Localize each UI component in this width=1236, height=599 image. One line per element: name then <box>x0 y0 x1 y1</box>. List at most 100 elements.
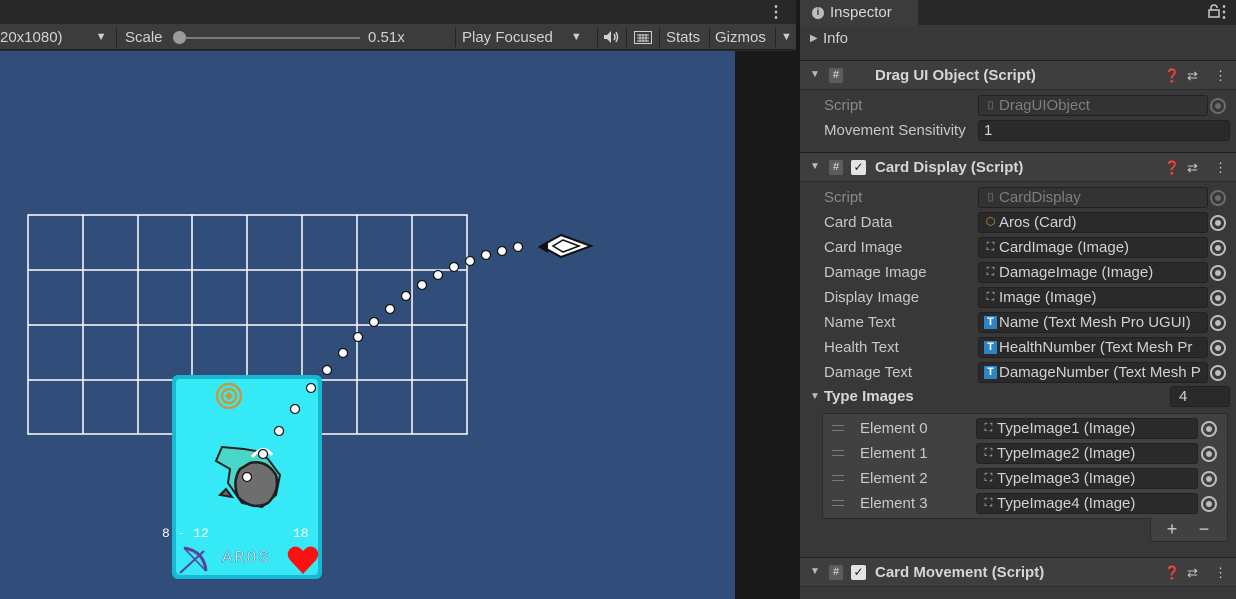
object-picker-icon[interactable] <box>1210 314 1226 331</box>
element-field[interactable]: ⛶ TypeImage2 (Image) <box>976 443 1198 464</box>
trajectory-dot <box>432 269 444 281</box>
health-text-field[interactable]: T HealthNumber (Text Mesh Pr <box>978 337 1208 358</box>
drag-ui-object-header[interactable]: ▼ # Drag UI Object (Script) ❓ ⇄ ⋮ <box>800 60 1236 90</box>
card-script-field: ▯ CardDisplay <box>978 187 1208 208</box>
help-icon[interactable]: ❓ <box>1164 565 1180 581</box>
drag-script-value: DragUIObject <box>999 97 1090 114</box>
element-field[interactable]: ⛶ TypeImage4 (Image) <box>976 493 1198 514</box>
element-label: Element 1 <box>860 445 928 462</box>
card-data-field[interactable]: ⬡ Aros (Card) <box>978 212 1208 233</box>
element-field[interactable]: ⛶ TypeImage1 (Image) <box>976 418 1198 439</box>
gizmos-dropdown[interactable]: ▼ <box>781 24 792 50</box>
drag-handle-icon[interactable] <box>832 475 844 481</box>
scale-slider-track[interactable] <box>178 37 360 39</box>
enabled-checkbox[interactable]: ✓ <box>851 160 866 175</box>
list-item: Element 2 ⛶ TypeImage3 (Image) <box>800 466 1236 491</box>
element-label: Element 3 <box>860 495 928 512</box>
list-add-remove: + − <box>1150 518 1228 542</box>
trajectory-dot <box>352 331 364 343</box>
object-picker-icon <box>1210 97 1226 114</box>
chevron-down-icon: ▼ <box>95 31 107 43</box>
type-images-size-input[interactable]: 4 <box>1170 386 1230 407</box>
component-menu-icon[interactable]: ⋮ <box>1214 565 1227 581</box>
toolbar-divider <box>116 27 117 47</box>
game-panel-menu-icon[interactable]: ⋮ <box>768 2 784 22</box>
object-picker-icon[interactable] <box>1210 264 1226 281</box>
image-component-icon: ⛶ <box>984 422 993 434</box>
object-picker-icon[interactable] <box>1210 289 1226 306</box>
add-element-button[interactable]: + <box>1157 518 1187 540</box>
scale-slider-handle[interactable] <box>173 31 186 44</box>
game-render-area[interactable]: 8 - 12 18 AROS <box>0 51 735 599</box>
chevron-down-icon: ▼ <box>570 31 582 43</box>
element-field[interactable]: ⛶ TypeImage3 (Image) <box>976 468 1198 489</box>
object-picker-icon[interactable] <box>1201 445 1217 462</box>
list-item: Element 0 ⛶ TypeImage1 (Image) <box>800 416 1236 441</box>
chevron-down-icon[interactable]: ▼ <box>810 566 820 577</box>
stats-button[interactable]: Stats <box>666 24 700 50</box>
name-text-field[interactable]: T Name (Text Mesh Pro UGUI) <box>978 312 1208 333</box>
trajectory-dot <box>273 425 285 437</box>
mute-audio-button[interactable] <box>603 24 621 50</box>
card-movement-header[interactable]: ▼ # ✓ Card Movement (Script) ❓ ⇄ ⋮ <box>800 557 1236 587</box>
tab-inspector[interactable]: i Inspector <box>800 0 918 25</box>
remove-element-button[interactable]: − <box>1189 518 1219 540</box>
drag-script-row: Script ▯ DragUIObject <box>800 93 1236 118</box>
trajectory-dot <box>496 245 508 257</box>
display-image-field[interactable]: ⛶ Image (Image) <box>978 287 1208 308</box>
damage-image-field[interactable]: ⛶ DamageImage (Image) <box>978 262 1208 283</box>
keyboard-icon <box>634 30 652 44</box>
shortcut-keys-button[interactable] <box>634 24 652 50</box>
info-label: Info <box>823 30 849 47</box>
info-foldout[interactable]: ▶ Info <box>800 26 1236 51</box>
card-display-header[interactable]: ▼ # ✓ Card Display (Script) ❓ ⇄ ⋮ <box>800 152 1236 182</box>
enabled-checkbox[interactable]: ✓ <box>851 565 866 580</box>
drag-handle-icon[interactable] <box>832 425 844 431</box>
sensitivity-input[interactable]: 1 <box>978 120 1230 141</box>
presets-icon[interactable]: ⇄ <box>1187 565 1198 581</box>
drag-handle-icon[interactable] <box>832 450 844 456</box>
object-picker-icon[interactable] <box>1201 495 1217 512</box>
trajectory-dot <box>448 261 460 273</box>
help-icon[interactable]: ❓ <box>1164 160 1180 176</box>
script-file-icon: ▯ <box>987 99 994 111</box>
element-value: TypeImage2 (Image) <box>997 445 1136 462</box>
damage-text-value: DamageNumber (Text Mesh P <box>999 364 1201 381</box>
object-picker-icon[interactable] <box>1210 239 1226 256</box>
help-icon[interactable]: ❓ <box>1164 68 1180 84</box>
textmeshpro-icon: T <box>984 366 997 379</box>
object-picker-icon[interactable] <box>1201 420 1217 437</box>
damage-text-field[interactable]: T DamageNumber (Text Mesh P <box>978 362 1208 383</box>
chevron-down-icon[interactable]: ▼ <box>810 161 820 172</box>
presets-icon[interactable]: ⇄ <box>1187 160 1198 176</box>
resolution-dropdown[interactable]: 20x1080) ▼ <box>0 24 106 50</box>
object-picker-icon[interactable] <box>1210 364 1226 381</box>
toolbar-divider <box>659 27 660 47</box>
object-picker-icon[interactable] <box>1201 470 1217 487</box>
display-image-value: Image (Image) <box>999 289 1097 306</box>
presets-icon[interactable]: ⇄ <box>1187 68 1198 84</box>
component-menu-icon[interactable]: ⋮ <box>1214 68 1227 84</box>
toolbar-divider <box>597 27 598 47</box>
object-picker-icon[interactable] <box>1210 214 1226 231</box>
card-data-value: Aros (Card) <box>999 214 1077 231</box>
game-toolbar: 20x1080) ▼ Scale 0.51x Play Focused ▼ St… <box>0 24 796 50</box>
inspector-menu-icon[interactable]: ⋮ <box>1216 2 1232 22</box>
inspector-panel: i Inspector ⋮ ▶ Info ▼ # Drag UI Object … <box>800 0 1236 599</box>
element-value: TypeImage4 (Image) <box>997 495 1136 512</box>
trajectory-dot <box>384 303 396 315</box>
gizmos-button[interactable]: Gizmos <box>715 24 766 50</box>
object-picker-icon[interactable] <box>1210 339 1226 356</box>
card-script-label: Script <box>824 189 863 206</box>
chevron-right-icon: ▶ <box>810 33 818 44</box>
card-image-field[interactable]: ⛶ CardImage (Image) <box>978 237 1208 258</box>
health-text-label: Health Text <box>824 339 899 356</box>
component-menu-icon[interactable]: ⋮ <box>1214 160 1227 176</box>
damage-range-text: 8 - 12 <box>162 526 209 541</box>
toolbar-divider <box>455 27 456 47</box>
damage-image-value: DamageImage (Image) <box>999 264 1154 281</box>
element-label: Element 2 <box>860 470 928 487</box>
chevron-down-icon[interactable]: ▼ <box>810 69 820 80</box>
play-mode-dropdown[interactable]: Play Focused ▼ <box>462 24 582 50</box>
drag-handle-icon[interactable] <box>832 500 844 506</box>
